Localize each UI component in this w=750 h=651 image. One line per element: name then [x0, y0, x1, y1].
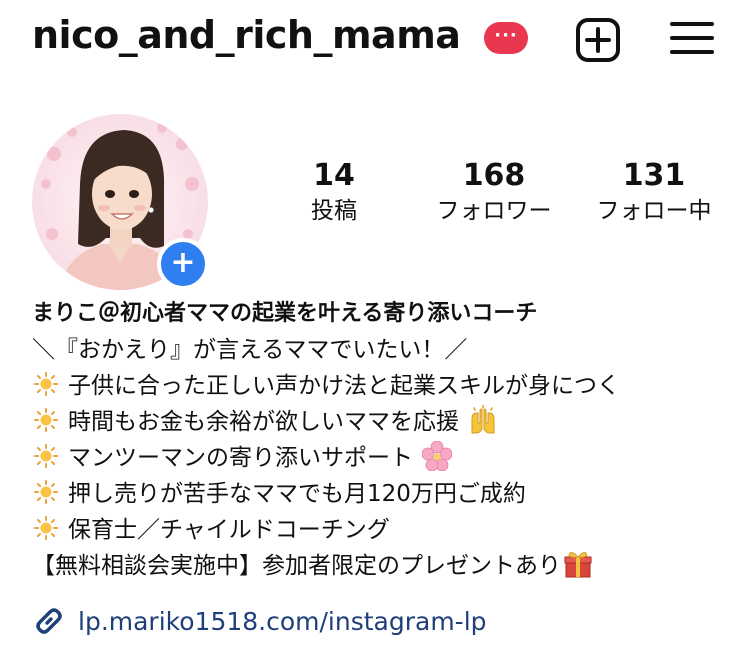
sun-icon [34, 480, 58, 504]
bio-cta-text: 【無料相談会実施中】参加者限定のプレゼントあり [32, 553, 561, 579]
sun-icon [34, 444, 58, 468]
gift-icon [564, 552, 592, 578]
hamburger-menu-icon [670, 22, 714, 54]
stat-followers[interactable]: 168 フォロワー [414, 157, 574, 227]
plus-square-icon [576, 18, 620, 62]
bio-point: マンツーマンの寄り添いサポート [32, 440, 732, 476]
bio-cta: 【無料相談会実施中】参加者限定のプレゼントあり [32, 548, 732, 584]
add-story-button[interactable]: + [157, 238, 209, 290]
profile-link[interactable]: lp.mariko1518.com/instagram-lp [32, 604, 487, 642]
following-count: 131 [622, 158, 686, 193]
bio-point: 時間もお金も余裕が欲しいママを応援 [32, 404, 732, 440]
bio-point-text: 子供に合った正しい声かけ法と起業スキルが身につく [68, 373, 620, 399]
bio-point-text: マンツーマンの寄り添いサポート [68, 445, 413, 471]
notification-badge[interactable]: ··· [484, 22, 528, 54]
bio-tagline: ＼『おかえり』が言えるママでいたい！／ [32, 337, 468, 363]
username[interactable]: nico_and_rich_mama [32, 13, 461, 57]
bio-point: 子供に合った正しい声かけ法と起業スキルが身につく [32, 368, 732, 404]
raising-hands-icon [471, 405, 495, 434]
profile-avatar[interactable]: + [32, 114, 209, 290]
new-post-button[interactable] [574, 16, 622, 64]
link-url[interactable]: lp.mariko1518.com/instagram-lp [78, 607, 487, 636]
cherry-blossom-icon [422, 441, 453, 471]
bio-point: 押し売りが苦手なママでも月120万円ご成約 [32, 476, 732, 512]
stat-posts[interactable]: 14 投稿 [254, 157, 414, 227]
sun-icon [34, 408, 58, 432]
posts-label: 投稿 [311, 198, 357, 224]
followers-label: フォロワー [436, 198, 552, 224]
bio-point-text: 時間もお金も余裕が欲しいママを応援 [68, 409, 459, 435]
bio-point-text: 保育士／チャイルドコーチング [68, 517, 390, 543]
display-name: まりこ＠初心者ママの起業を叶える寄り添いコーチ [32, 301, 538, 326]
profile-bio: まりこ＠初心者ママの起業を叶える寄り添いコーチ ＼『おかえり』が言えるママでいた… [32, 296, 732, 584]
sun-icon [34, 516, 58, 540]
bio-point-text: 押し売りが苦手なママでも月120万円ご成約 [68, 481, 526, 507]
sun-icon [34, 372, 58, 396]
bio-point: 保育士／チャイルドコーチング [32, 512, 732, 548]
link-chain-icon [36, 608, 62, 634]
followers-count: 168 [462, 158, 526, 193]
following-label: フォロー中 [596, 198, 712, 224]
menu-button[interactable] [668, 16, 716, 64]
stat-following[interactable]: 131 フォロー中 [574, 157, 734, 227]
posts-count: 14 [313, 158, 355, 193]
